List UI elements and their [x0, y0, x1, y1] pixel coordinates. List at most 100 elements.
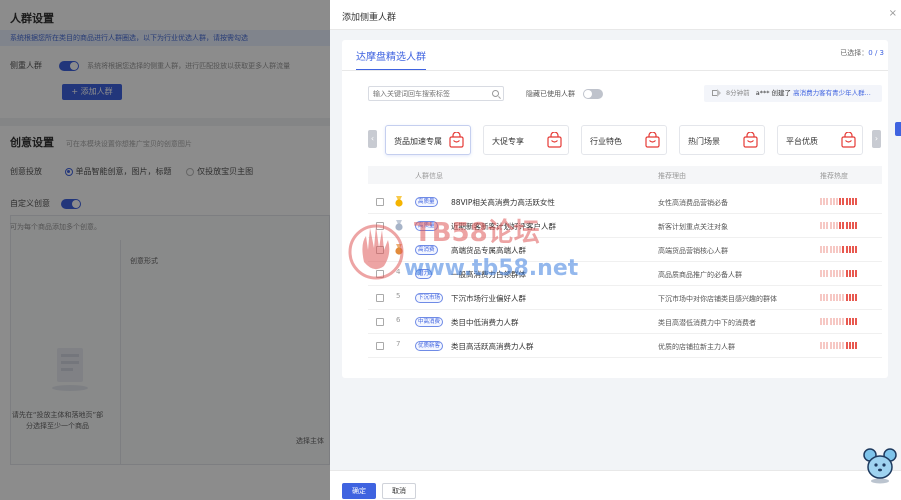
table-row[interactable]: 高质量 88VIP相关高消费力高活跃女性 女性高消费品营销必备	[368, 190, 882, 214]
category-card[interactable]: 大促专享	[483, 125, 569, 155]
row-checkbox[interactable]	[376, 246, 384, 254]
notice-time: 8分钟前	[726, 89, 750, 97]
heat-bar	[826, 222, 829, 229]
crowd-tag: 高质量	[415, 197, 438, 207]
speaker-icon	[712, 89, 721, 97]
crowd-card: 达摩盘精选人群 已选择：0 / 3 隐藏已使用人群 8分钟前 a*** 创建了 …	[342, 40, 888, 378]
heat-bar	[820, 198, 822, 205]
chevron-right-icon[interactable]: ›	[872, 130, 881, 148]
heat-bar	[826, 318, 829, 325]
heat-bar	[829, 246, 832, 253]
table-row[interactable]: 高消费 高端货品专属高端人群 高端货品营销核心人群	[368, 238, 882, 262]
drawer-footer: 确定 取消	[330, 470, 901, 500]
table-row[interactable]: 6 中高消费 类目中低消费力人群 类目高潜低消费力中下的消费者	[368, 310, 882, 334]
heat-bar	[823, 246, 826, 253]
search-icon[interactable]	[492, 90, 499, 97]
category-card[interactable]: 行业特色	[581, 125, 667, 155]
chevron-left-icon[interactable]: ‹	[368, 130, 377, 148]
row-checkbox[interactable]	[376, 318, 384, 326]
heat-bar	[829, 318, 832, 325]
heat-bar	[851, 270, 854, 277]
drawer-title: 添加侧重人群	[342, 13, 397, 23]
row-checkbox[interactable]	[376, 294, 384, 302]
medal-icon	[395, 244, 403, 255]
heat-bar	[832, 342, 835, 349]
search-input[interactable]	[369, 87, 487, 100]
heat-meter	[820, 198, 860, 205]
notice-crowd-link[interactable]: 高消费力客有青少年人群...	[793, 89, 871, 97]
cancel-button[interactable]: 取消	[382, 483, 416, 499]
shopping-bag-icon	[449, 132, 464, 148]
crowd-reason: 类目高潜低消费力中下的消费者	[658, 319, 756, 327]
row-checkbox[interactable]	[376, 342, 384, 350]
heat-bar	[826, 246, 829, 253]
selected-count-value: 0 / 3	[868, 49, 884, 57]
heat-meter	[820, 222, 860, 229]
heat-bar	[851, 198, 854, 205]
hide-used-row: 隐藏已使用人群	[526, 89, 604, 99]
tab-dmp-selected[interactable]: 达摩盘精选人群	[356, 48, 426, 71]
tab-divider	[342, 70, 888, 71]
heat-bar	[842, 294, 845, 301]
th-heat: 推荐热度	[820, 172, 848, 180]
heat-bar	[842, 246, 845, 253]
medal-icon	[395, 220, 403, 231]
crowd-tag: 潜力	[415, 269, 433, 279]
heat-meter	[820, 294, 860, 301]
heat-bar	[855, 222, 858, 229]
row-checkbox[interactable]	[376, 270, 384, 278]
heat-bar	[851, 342, 854, 349]
medal-icon	[395, 196, 403, 207]
heat-bar	[832, 198, 835, 205]
table-row[interactable]: 5 下沉市场 下沉市场行业偏好人群 下沉市场中对你店铺类目感兴趣的群体	[368, 286, 882, 310]
heat-bar	[851, 318, 854, 325]
heat-bar	[823, 294, 826, 301]
heat-bar	[826, 342, 829, 349]
table-row[interactable]: 7 优质新客 类目高活跃高消费力人群 优质的店铺拉新主力人群	[368, 334, 882, 358]
crowd-name: 88VIP相关高消费力高活跃女性	[451, 198, 555, 207]
table-row[interactable]: 高质量 近期新客新客计划好评客户人群 新客计划重点关注对象	[368, 214, 882, 238]
heat-bar	[848, 246, 851, 253]
heat-bar	[848, 198, 851, 205]
category-card[interactable]: 热门场景	[679, 125, 765, 155]
heat-bar	[820, 294, 822, 301]
category-card[interactable]: 平台优质	[777, 125, 863, 155]
heat-bar	[848, 342, 851, 349]
heat-bar	[839, 198, 842, 205]
heat-bar	[839, 294, 842, 301]
drawer-header: 添加侧重人群 ×	[330, 0, 901, 30]
hide-used-toggle[interactable]	[583, 89, 604, 99]
heat-bar	[835, 222, 838, 229]
heat-bar	[848, 270, 851, 277]
crowd-reason: 优质的店铺拉新主力人群	[658, 343, 735, 351]
shopping-bag-icon	[841, 132, 856, 148]
heat-bar	[839, 222, 842, 229]
assistant-mascot-icon[interactable]	[862, 446, 898, 484]
crowd-tag: 中高消费	[415, 317, 444, 327]
crowd-name: 高端货品专属高端人群	[451, 246, 526, 255]
row-checkbox[interactable]	[376, 222, 384, 230]
crowd-reason: 下沉市场中对你店铺类目感兴趣的群体	[658, 295, 777, 303]
confirm-button[interactable]: 确定	[342, 483, 376, 499]
row-checkbox[interactable]	[376, 198, 384, 206]
heat-bar	[845, 270, 848, 277]
hide-used-label: 隐藏已使用人群	[526, 90, 575, 98]
table-row[interactable]: 4 潜力 一般高消费力白领群体 高品质商品推广的必备人群	[368, 262, 882, 286]
side-float-tab[interactable]	[895, 122, 901, 136]
th-crowd-info: 人群信息	[415, 172, 443, 180]
heat-bar	[820, 270, 822, 277]
shopping-bag-icon	[743, 132, 758, 148]
heat-bar	[851, 246, 854, 253]
heat-bar	[855, 270, 858, 277]
shopping-bag-icon	[547, 132, 562, 148]
heat-bar	[855, 294, 858, 301]
category-label: 热门场景	[688, 137, 720, 146]
crowd-tag: 高质量	[415, 221, 438, 231]
heat-bar	[820, 342, 822, 349]
crowd-reason: 高品质商品推广的必备人群	[658, 271, 742, 279]
selected-count: 已选择：0 / 3	[840, 48, 884, 58]
heat-bar	[823, 198, 826, 205]
heat-bar	[835, 246, 838, 253]
close-icon[interactable]: ×	[889, 8, 897, 19]
category-card[interactable]: 货品加速专属	[385, 125, 471, 155]
